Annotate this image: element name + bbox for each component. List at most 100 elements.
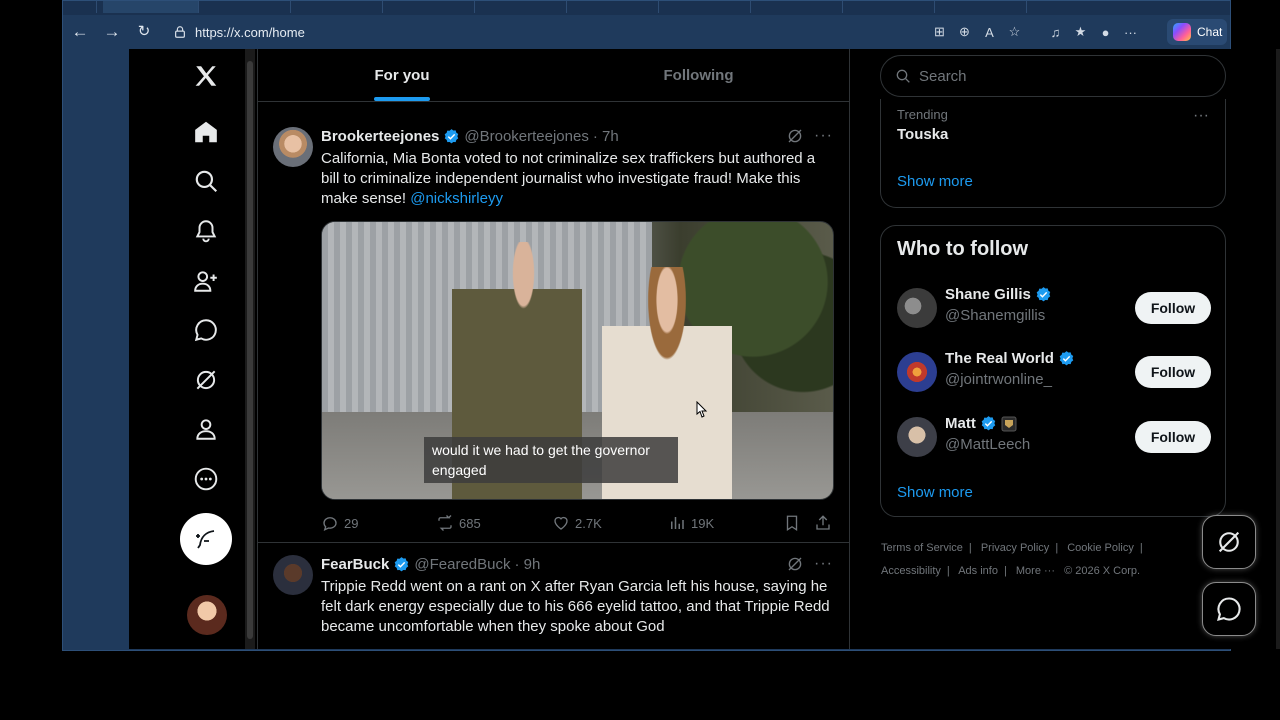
show-more-link[interactable]: Show more <box>897 484 973 501</box>
page-viewport: For you Following Brookerteejones @Brook… <box>129 49 1280 649</box>
show-more-link[interactable]: Show more <box>897 173 973 190</box>
more-link[interactable]: More ··· <box>1016 565 1055 577</box>
user-name[interactable]: Matt <box>945 415 1017 432</box>
profile-icon[interactable]: ● <box>1095 21 1116 43</box>
cookie-link[interactable]: Cookie Policy <box>1067 542 1134 554</box>
footer-links: Terms of Service | Privacy Policy | Cookie… <box>881 537 1191 583</box>
tweet[interactable]: FearBuck @FearedBuck · 9h ··· Trippie Re… <box>258 543 849 649</box>
address-bar: ← → ↻ https://x.com/home ⊞ ⊕ A ☆ ♫ ★ ● ·… <box>63 15 1230 49</box>
tweet-author-avatar[interactable] <box>273 555 313 595</box>
browser-tab[interactable] <box>659 1 751 13</box>
follow-button[interactable]: Follow <box>1135 356 1211 388</box>
more-options-icon[interactable]: ··· <box>814 555 833 573</box>
apps-icon[interactable]: ⊞ <box>929 21 950 43</box>
url-field[interactable]: https://x.com/home <box>167 19 927 45</box>
browser-tab[interactable] <box>63 1 97 13</box>
avatar[interactable] <box>897 352 937 392</box>
tweet-author-handle[interactable]: @FearedBuck <box>414 556 510 573</box>
browser-tab[interactable] <box>383 1 475 13</box>
left-scrollbar[interactable] <box>245 49 255 649</box>
more-options-icon[interactable]: ··· <box>1193 107 1209 125</box>
post-button[interactable] <box>180 513 232 565</box>
lock-icon <box>175 26 185 38</box>
tweet[interactable]: Brookerteejones @Brookerteejones · 7h ··… <box>258 115 849 543</box>
views-action[interactable]: 19K <box>668 514 783 532</box>
follow-button[interactable]: Follow <box>1135 421 1211 453</box>
follow-suggestion[interactable]: Matt @MattLeech Follow <box>897 415 1211 459</box>
browser-tab[interactable] <box>103 1 199 13</box>
more-icon[interactable]: ··· <box>1120 21 1141 43</box>
copilot-icon <box>1173 23 1191 41</box>
account-avatar[interactable] <box>187 595 227 635</box>
favorite-star-icon[interactable]: ☆ <box>1004 21 1025 43</box>
repost-action[interactable]: 685 <box>436 514 552 532</box>
x-logo-icon[interactable] <box>191 61 221 91</box>
tweet-author-name[interactable]: Brookerteejones <box>321 128 439 145</box>
trending-card: Trending Touska ··· Show more <box>880 99 1226 208</box>
search-icon[interactable] <box>191 166 221 196</box>
favorites-icon[interactable]: ★ <box>1070 21 1091 43</box>
zoom-icon[interactable]: ⊕ <box>954 21 975 43</box>
notifications-bell-icon[interactable] <box>191 216 221 246</box>
more-circle-icon[interactable] <box>191 464 221 494</box>
tweet-mention-link[interactable]: @nickshirleyy <box>410 190 503 207</box>
avatar[interactable] <box>897 417 937 457</box>
privacy-link[interactable]: Privacy Policy <box>981 542 1049 554</box>
video-caption: would it we had to get the governor enga… <box>424 437 678 483</box>
profile-person-icon[interactable] <box>191 414 221 444</box>
tab-following[interactable]: Following <box>546 49 851 102</box>
trending-topic[interactable]: Touska <box>897 126 948 143</box>
browser-tab[interactable] <box>291 1 383 13</box>
reply-action[interactable]: 29 <box>321 514 436 532</box>
forward-button[interactable]: → <box>101 22 123 42</box>
feed-tabs: For you Following <box>258 49 849 102</box>
tweet-author-handle[interactable]: @Brookerteejones <box>464 128 588 145</box>
browser-tab[interactable] <box>567 1 659 13</box>
browser-tab[interactable] <box>199 1 291 13</box>
grok-icon[interactable] <box>191 365 221 395</box>
browser-tab[interactable] <box>475 1 567 13</box>
read-aloud-icon[interactable]: A <box>979 21 1000 43</box>
more-options-icon[interactable]: ··· <box>814 127 833 145</box>
share-icon[interactable] <box>814 514 832 532</box>
tweet-author-avatar[interactable] <box>273 127 313 167</box>
tweet-header: Brookerteejones @Brookerteejones · 7h <box>321 126 619 146</box>
grok-float-button[interactable] <box>1202 515 1256 569</box>
user-name[interactable]: Shane Gillis <box>945 286 1052 303</box>
search-input[interactable]: Search <box>880 55 1226 97</box>
accessibility-link[interactable]: Accessibility <box>881 565 941 577</box>
bookmark-icon[interactable] <box>783 514 801 532</box>
scrollbar-thumb[interactable] <box>247 61 253 639</box>
tweet-video[interactable]: would it we had to get the governor enga… <box>321 221 834 500</box>
tweet-author-name[interactable]: FearBuck <box>321 556 389 573</box>
chat-button[interactable]: Chat <box>1167 19 1227 45</box>
terms-link[interactable]: Terms of Service <box>881 542 963 554</box>
grok-icon[interactable] <box>786 555 804 573</box>
browser-tab[interactable] <box>935 1 1027 13</box>
back-button[interactable]: ← <box>69 22 91 42</box>
follow-button[interactable]: Follow <box>1135 292 1211 324</box>
tab-for-you[interactable]: For you <box>258 49 546 102</box>
home-icon[interactable] <box>191 117 221 147</box>
refresh-button[interactable]: ↻ <box>133 22 155 42</box>
right-scrollbar[interactable]: ▲ ▼ <box>1276 49 1280 649</box>
grok-icon[interactable] <box>786 127 804 145</box>
browser-tab[interactable] <box>751 1 843 13</box>
follow-suggestion[interactable]: The Real World @jointrwonline_ Follow <box>897 350 1211 394</box>
url-text: https://x.com/home <box>195 24 305 40</box>
avatar[interactable] <box>897 288 937 328</box>
extensions-icon[interactable]: ♫ <box>1045 21 1066 43</box>
follow-suggestion[interactable]: Shane Gillis @Shanemgillis Follow <box>897 286 1211 330</box>
tweet-body: California, Mia Bonta voted to not crimi… <box>321 150 816 207</box>
messages-float-button[interactable] <box>1202 582 1256 636</box>
messages-bubble-icon[interactable] <box>191 315 221 345</box>
trending-label: Trending <box>897 107 948 122</box>
ads-info-link[interactable]: Ads info <box>958 565 998 577</box>
who-to-follow-title: Who to follow <box>897 238 1029 260</box>
browser-tab[interactable] <box>843 1 935 13</box>
tweet-time[interactable]: · 7h <box>593 128 619 145</box>
tweet-time[interactable]: · 9h <box>514 556 540 573</box>
user-name[interactable]: The Real World <box>945 350 1075 367</box>
like-action[interactable]: 2.7K <box>552 514 668 532</box>
follow-people-icon[interactable] <box>191 266 221 296</box>
